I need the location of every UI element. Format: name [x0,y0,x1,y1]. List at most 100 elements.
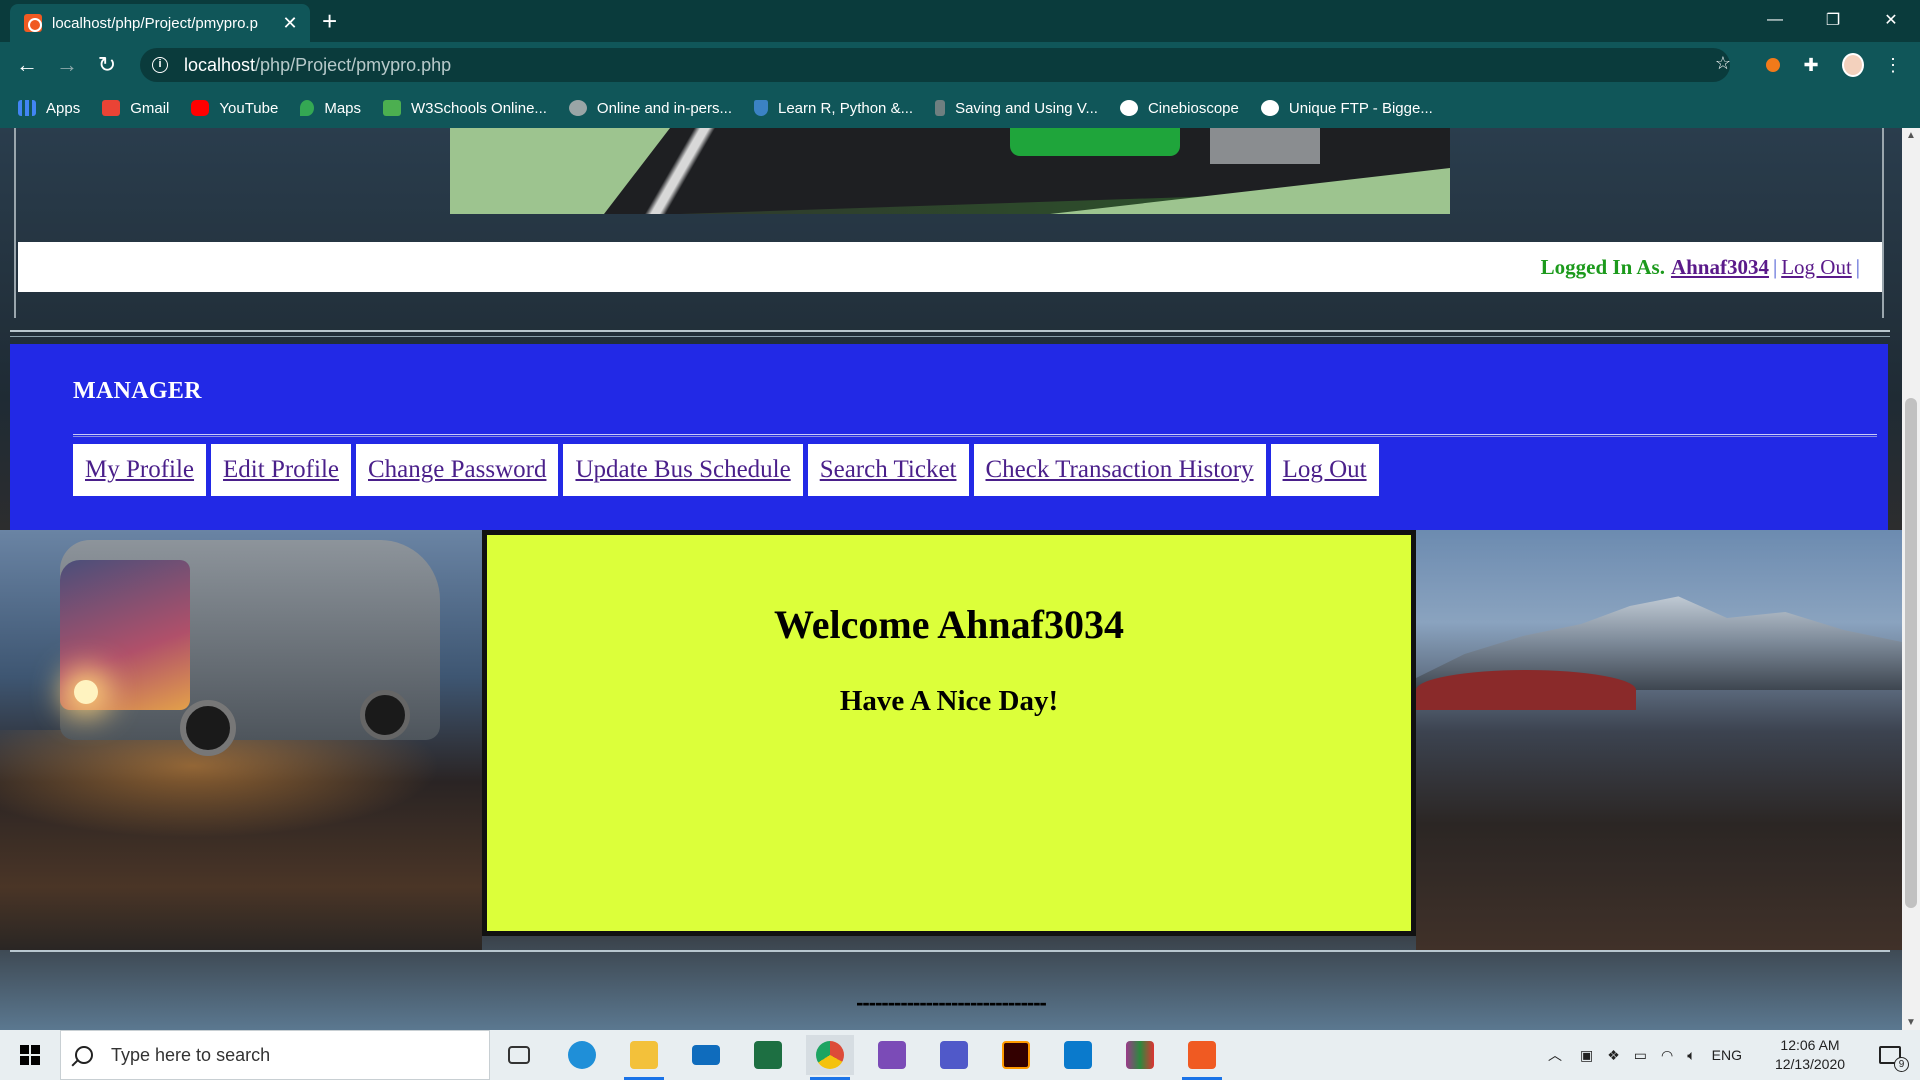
globe-icon [568,100,587,116]
apps-grid-icon [18,100,36,116]
bookmark-cinebioscope[interactable]: Cinebioscope [1119,100,1239,117]
shield-icon [754,100,768,116]
search-placeholder: Type here to search [111,1044,271,1065]
logged-in-label: Logged In As. [1540,254,1665,279]
scroll-down-arrow-icon[interactable]: ▼ [1902,1017,1920,1028]
welcome-panel: Welcome Ahnaf3034 Have A Nice Day! [482,530,1416,936]
bookmark-learn-r[interactable]: Learn R, Python &... [754,100,913,117]
globe-icon [1260,100,1279,116]
file-explorer-icon[interactable] [620,1035,668,1080]
minimize-button[interactable]: — [1746,0,1804,40]
extension-fox-icon[interactable] [1762,54,1784,76]
taskbar-clock[interactable]: 12:06 AM 12/13/2020 [1770,1036,1850,1074]
header-logout-link[interactable]: Log Out [1781,255,1852,280]
teams-icon[interactable] [930,1035,978,1075]
bookmark-star-icon[interactable]: ☆ [1712,52,1734,74]
nav-update-bus-schedule[interactable]: Update Bus Schedule [563,444,803,496]
w3schools-icon [383,100,402,116]
vscode-icon[interactable] [1054,1035,1102,1075]
browser-tab[interactable]: localhost/php/Project/pmypro.p ✕ [10,4,310,42]
volume-icon[interactable]: 🔈︎ [1687,1047,1695,1064]
separator: | [1855,254,1860,279]
new-tab-button[interactable]: + [322,6,337,37]
reload-icon[interactable]: ↻ [92,50,122,80]
bookmark-label: YouTube [219,99,279,117]
illustrator-icon[interactable] [992,1035,1040,1075]
xampp-icon[interactable] [1178,1035,1226,1080]
bookmark-label: Apps [46,99,81,117]
chrome-icon[interactable] [806,1035,854,1080]
url-path: /php/Project/pmypro.php [255,54,452,75]
scrollbar-thumb[interactable] [1905,398,1917,908]
mail-icon[interactable] [682,1035,730,1075]
welcome-subtitle: Have A Nice Day! [839,685,1059,717]
page-scrollbar[interactable]: ▲ ▼ [1902,128,1920,1030]
username-link[interactable]: Ahnaf3034 [1671,255,1769,280]
nav-search-ticket[interactable]: Search Ticket [807,444,969,496]
close-window-button[interactable]: ✕ [1862,0,1920,40]
address-bar[interactable]: i localhost/php/Project/pmypro.php [140,48,1730,82]
site-info-icon[interactable]: i [152,57,168,73]
globe-icon [1119,100,1138,116]
wifi-icon[interactable]: ◠ [1661,1047,1673,1064]
nav-check-transaction-history[interactable]: Check Transaction History [973,444,1266,496]
nav-change-password[interactable]: Change Password [356,444,559,496]
footer-dashes: ------------------------------ [856,990,1047,1015]
youtube-icon [191,100,210,116]
restore-button[interactable]: ❐ [1804,0,1862,40]
bookmark-label: Online and in-pers... [596,99,732,117]
bookmark-label: Maps [324,99,362,117]
browser-toolbar: ← → ↻ i localhost/php/Project/pmypro.php… [0,42,1920,88]
bookmark-gmail[interactable]: Gmail [102,100,169,117]
banner-bus [1010,128,1180,156]
winrar-icon[interactable] [1116,1035,1164,1075]
bookmark-maps[interactable]: Maps [300,100,361,117]
bookmark-unique-ftp[interactable]: Unique FTP - Bigge... [1260,100,1433,117]
bookmark-saving[interactable]: Saving and Using V... [935,100,1098,117]
edge-icon[interactable] [558,1035,606,1075]
bus-wheel [180,700,236,756]
back-arrow-icon[interactable]: ← [12,50,42,80]
clock-date: 12/13/2020 [1774,1056,1846,1072]
gmail-icon [102,100,121,116]
manager-divider [73,434,1877,437]
visual-studio-icon[interactable] [868,1035,916,1075]
windows-taskbar: Type here to search ︿ ▣ ❖ ▭ ◠ 🔈︎ ENG 12:… [0,1030,1920,1080]
banner-road [1050,168,1450,214]
bookmark-online[interactable]: Online and in-pers... [568,99,732,117]
bookmark-apps[interactable]: Apps [18,100,80,117]
excel-icon[interactable] [744,1035,792,1075]
notification-center-icon[interactable]: 9 [1870,1030,1910,1080]
scroll-up-arrow-icon[interactable]: ▲ [1902,130,1920,141]
nav-edit-profile[interactable]: Edit Profile [211,444,351,496]
battery-icon[interactable]: ▭ [1634,1047,1647,1064]
profile-avatar[interactable] [1842,53,1864,77]
extensions-puzzle-icon[interactable]: ✚ [1800,54,1822,76]
bookmarks-bar: Apps Gmail YouTube Maps W3Schools Online… [0,88,1920,128]
browser-menu-icon[interactable]: ⋮ [1882,54,1904,76]
frame-border [14,128,16,318]
url-host: localhost [184,54,256,75]
task-view-icon[interactable] [495,1035,543,1075]
forward-arrow-icon[interactable]: → [52,50,82,80]
start-button[interactable] [0,1030,60,1080]
dropbox-icon[interactable]: ❖ [1607,1047,1620,1064]
headlight [74,680,98,704]
device-icon[interactable]: ▣ [1580,1047,1593,1064]
browser-tab-strip: localhost/php/Project/pmypro.p ✕ + — ❐ ✕ [0,0,1920,42]
nav-log-out[interactable]: Log Out [1270,444,1379,496]
taskbar-search[interactable]: Type here to search [60,1030,490,1080]
maps-icon [300,100,315,116]
manager-menu-panel: MANAGER My Profile Edit Profile Change P… [10,344,1888,530]
clock-time: 12:06 AM [1780,1037,1840,1053]
nav-my-profile[interactable]: My Profile [73,444,207,496]
bookmark-w3schools[interactable]: W3Schools Online... [383,100,547,117]
red-hill [1416,670,1636,710]
show-hidden-icons-icon[interactable]: ︿ [1548,1045,1562,1065]
bookmark-youtube[interactable]: YouTube [191,100,278,117]
language-indicator[interactable]: ENG [1712,1047,1742,1063]
manager-nav: My Profile Edit Profile Change Password … [73,444,1379,496]
tab-close-icon[interactable]: ✕ [280,13,300,34]
system-tray: ︿ ▣ ❖ ▭ ◠ 🔈︎ ENG [1548,1030,1742,1080]
search-icon [75,1046,93,1064]
